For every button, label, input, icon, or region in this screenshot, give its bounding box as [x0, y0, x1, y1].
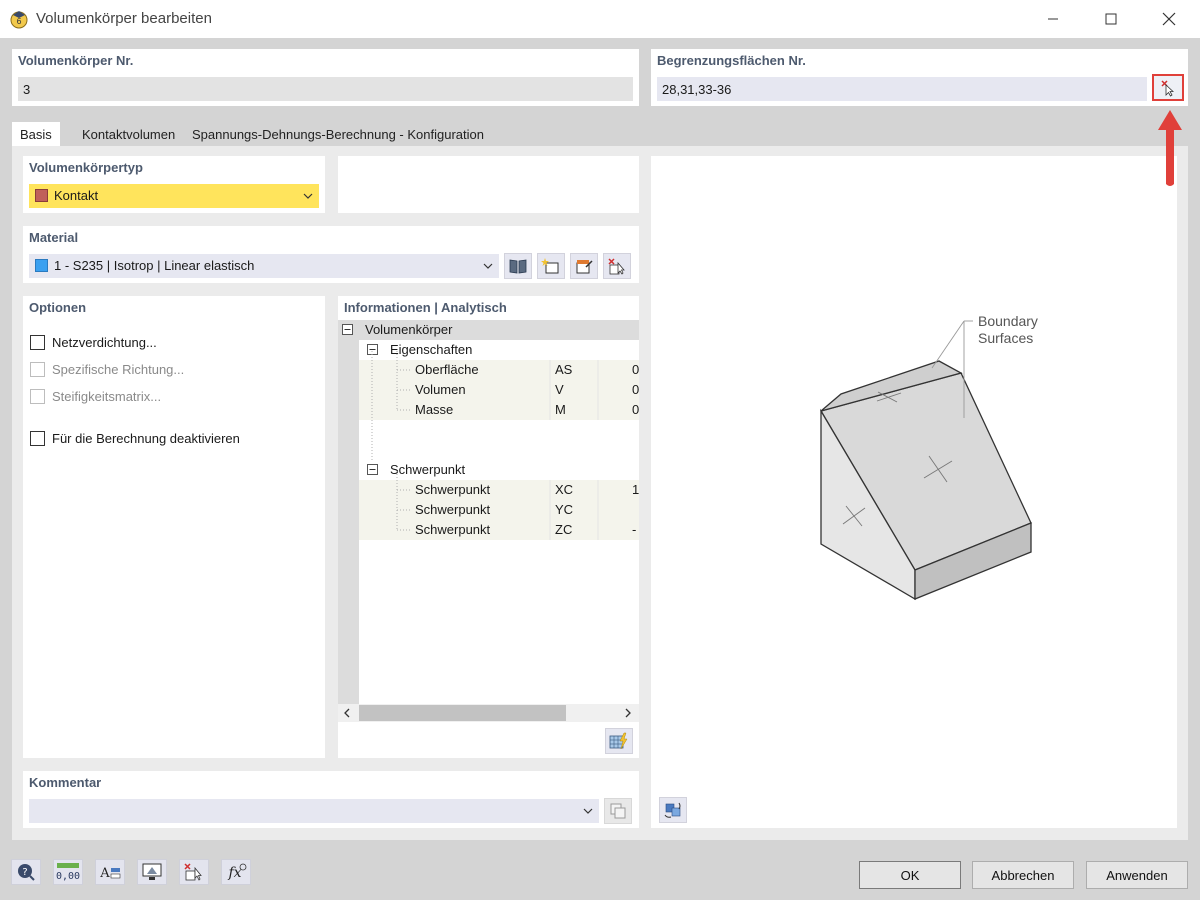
pick-icon: [608, 258, 625, 275]
tab-basis[interactable]: Basis: [12, 122, 60, 146]
svg-text:?: ?: [22, 867, 27, 878]
library-book-icon: [509, 259, 527, 274]
view-icon: [142, 863, 162, 880]
tab-kontaktvolumen[interactable]: Kontaktvolumen: [74, 122, 183, 146]
scrollbar-thumb[interactable]: [359, 705, 566, 721]
edit-icon: [576, 260, 593, 274]
new-material-button[interactable]: [537, 253, 565, 279]
comment-field[interactable]: [29, 799, 599, 823]
comment-label: Kommentar: [29, 775, 102, 790]
solid-number-field[interactable]: 3: [18, 77, 633, 101]
info-label: Informationen | Analytisch: [344, 300, 507, 315]
maximize-button[interactable]: [1082, 0, 1140, 38]
select-button[interactable]: [179, 859, 209, 885]
close-button[interactable]: [1140, 0, 1198, 38]
specific-direction-checkbox: [30, 362, 45, 377]
chevron-down-icon: [583, 808, 593, 814]
material-value: 1 - S235 | Isotrop | Linear elastisch: [54, 258, 255, 273]
svg-text:0,00: 0,00: [56, 871, 80, 882]
scroll-right-icon[interactable]: [623, 708, 633, 718]
pick-select-button[interactable]: [1152, 74, 1184, 101]
mesh-refinement-checkbox[interactable]: [30, 335, 45, 350]
solid-preview-drawing: [820, 320, 1032, 601]
annotation-line1: Boundary: [978, 313, 1038, 329]
solid-number-panel: Volumenkörper Nr. 3: [12, 49, 639, 106]
deactivate-calculation-checkbox[interactable]: [30, 431, 45, 446]
chevron-down-icon: [303, 193, 313, 199]
solid-type-select[interactable]: Kontakt: [29, 184, 319, 208]
text-format-button[interactable]: A: [95, 859, 125, 885]
mesh-refinement-label[interactable]: Netzverdichtung...: [52, 335, 157, 350]
app-icon: 6: [9, 9, 29, 29]
boundary-surfaces-field[interactable]: 28,31,33-36: [657, 77, 1147, 101]
deactivate-calculation-label[interactable]: Für die Berechnung deaktivieren: [52, 431, 240, 446]
pick-select-icon: [1161, 79, 1175, 97]
options-label: Optionen: [29, 300, 87, 315]
edit-material-button[interactable]: [570, 253, 598, 279]
new-icon: [541, 258, 559, 274]
svg-text:A: A: [99, 866, 110, 881]
svg-text:6: 6: [16, 17, 21, 26]
annotation-line2: Surfaces: [978, 330, 1034, 346]
comment-copy-button[interactable]: [604, 798, 632, 824]
cancel-button[interactable]: Abbrechen: [972, 861, 1074, 889]
comment-panel: Kommentar: [23, 771, 639, 828]
text-format-icon: A: [99, 866, 121, 881]
select-icon: [184, 863, 202, 881]
window-title: Volumenkörper bearbeiten: [36, 10, 212, 27]
material-swatch-icon: [35, 259, 48, 272]
table-lightning-icon: [609, 732, 628, 750]
solid-type-panel: Volumenkörpertyp Kontakt: [23, 156, 325, 213]
units-icon: 0,00: [56, 863, 80, 882]
annotation-text: Boundary Surfaces: [978, 313, 1038, 347]
preview-view-button[interactable]: [659, 797, 687, 823]
solid-type-extra-panel: [338, 156, 639, 213]
stiffness-matrix-label: Steifigkeitsmatrix...: [52, 389, 162, 404]
material-label: Material: [29, 230, 79, 245]
minimize-button[interactable]: [1024, 0, 1082, 38]
boundary-surfaces-label: Begrenzungsflächen Nr.: [657, 53, 806, 68]
solid-number-label: Volumenkörper Nr.: [18, 53, 134, 68]
solid-type-label: Volumenkörpertyp: [29, 160, 143, 175]
tree-lines: [371, 351, 599, 540]
boundary-surfaces-panel: Begrenzungsflächen Nr. 28,31,33-36: [651, 49, 1188, 106]
help-icon: ?: [18, 864, 35, 881]
material-select[interactable]: 1 - S235 | Isotrop | Linear elastisch: [29, 254, 499, 278]
pick-material-button[interactable]: [603, 253, 631, 279]
units-button[interactable]: 0,00: [53, 859, 83, 885]
copy-icon: [610, 803, 626, 819]
material-library-button[interactable]: [504, 253, 532, 279]
rotate-view-icon: [664, 802, 681, 818]
material-panel: Material 1 - S235 | Isotrop | Linear ela…: [23, 226, 639, 283]
formula-button[interactable]: fx: [221, 859, 251, 885]
help-button[interactable]: ?: [11, 859, 41, 885]
callout-arrow: [1158, 110, 1182, 186]
scroll-left-icon[interactable]: [342, 708, 352, 718]
horizontal-scrollbar[interactable]: [338, 704, 639, 722]
apply-button[interactable]: Anwenden: [1086, 861, 1188, 889]
solid-type-value: Kontakt: [54, 188, 99, 203]
options-panel: Optionen Netzverdichtung... Spezifische …: [23, 296, 325, 758]
chevron-down-icon: [483, 263, 493, 269]
preview-panel: Boundary Surfaces: [651, 156, 1177, 828]
ok-button[interactable]: OK: [859, 861, 961, 889]
title-bar: 6 Volumenkörper bearbeiten: [0, 0, 1200, 38]
info-tree: Volumenkörper Eigenschaften Oberfläche A…: [338, 320, 639, 706]
contact-swatch-icon: [35, 189, 48, 202]
tab-stress-strain-config[interactable]: Spannungs-Dehnungs-Berechnung - Konfigur…: [184, 122, 492, 146]
svg-text:fx: fx: [227, 865, 241, 881]
stiffness-matrix-checkbox: [30, 389, 45, 404]
info-table-button[interactable]: [605, 728, 633, 754]
info-panel: Informationen | Analytisch Volumenkörper…: [338, 296, 639, 758]
specific-direction-label: Spezifische Richtung...: [52, 362, 185, 377]
formula-icon: fx: [227, 863, 247, 881]
view-button[interactable]: [137, 859, 167, 885]
